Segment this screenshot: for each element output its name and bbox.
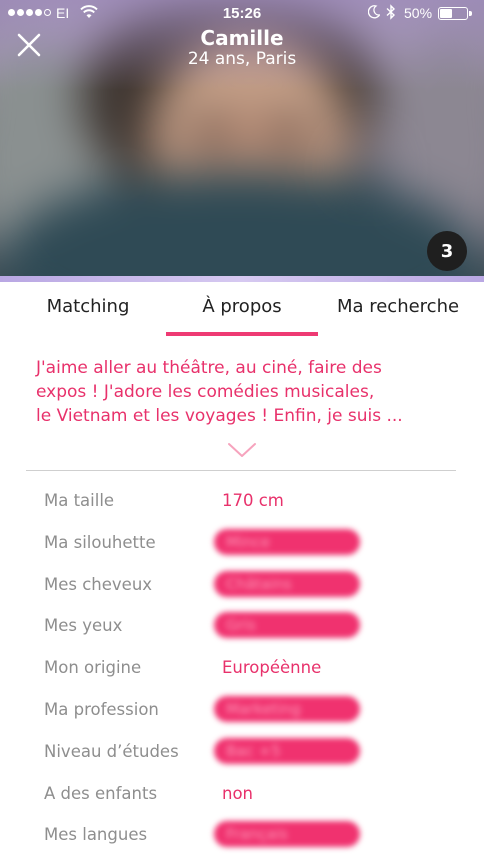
attribute-label: Mes cheveux xyxy=(44,574,153,594)
attribute-row: Ma silouhette Mince xyxy=(0,522,484,564)
battery-fill xyxy=(440,9,452,18)
blurred-value: Français xyxy=(214,821,360,848)
bio-text: J'aime aller au théâtre, au ciné, faire … xyxy=(36,356,456,428)
attribute-value: Bac +5 xyxy=(226,741,281,760)
chevron-down-icon[interactable] xyxy=(226,440,258,460)
bluetooth-icon xyxy=(386,4,396,20)
profile-tabs: Matching À propos Ma recherche xyxy=(0,282,484,340)
attribute-value: Français xyxy=(226,825,288,844)
photo-eye xyxy=(270,120,310,142)
active-tab-indicator xyxy=(166,332,318,336)
photo-eye xyxy=(190,120,230,142)
attribute-row: A des enfants non xyxy=(0,773,484,815)
attribute-label: A des enfants xyxy=(44,783,158,803)
attribute-row: Mes cheveux Châtains xyxy=(0,564,484,606)
battery-percent: 50% xyxy=(404,5,433,21)
status-bar: EI 15:26 50% xyxy=(0,0,484,28)
attribute-label: Ma silouhette xyxy=(44,532,156,552)
battery-cap xyxy=(469,11,472,16)
bio-line: expos ! J'adore les comédies musicales, xyxy=(36,382,375,402)
tab-a-propos[interactable]: À propos xyxy=(166,296,318,317)
tab-matching[interactable]: Matching xyxy=(0,296,176,317)
photo-count-badge[interactable]: 3 xyxy=(427,231,467,271)
attribute-value: Européènne xyxy=(222,658,322,678)
tab-ma-recherche[interactable]: Ma recherche xyxy=(314,296,482,317)
attribute-row: Ma profession Marketing xyxy=(0,689,484,731)
attribute-value: Gris xyxy=(226,616,256,635)
attribute-label: Mes yeux xyxy=(44,616,123,636)
blurred-value: Mince xyxy=(214,528,360,555)
attribute-label: Niveau d’études xyxy=(44,741,179,761)
attribute-row: Niveau d’études Bac +5 xyxy=(0,731,484,773)
blurred-value: Marketing xyxy=(214,695,360,722)
battery-icon xyxy=(438,7,472,20)
blurred-value: Bac +5 xyxy=(214,737,360,764)
attribute-list: Ma taille 170 cm Ma silouhette Mince Mes… xyxy=(0,480,484,856)
attribute-row: Mon origine Européènne xyxy=(0,647,484,689)
attribute-value: Châtains xyxy=(226,574,292,593)
attribute-label: Ma profession xyxy=(44,699,159,719)
attribute-value: non xyxy=(222,783,254,803)
blurred-value: Châtains xyxy=(214,570,360,597)
profile-name: Camille xyxy=(200,26,284,50)
attribute-label: Ma taille xyxy=(44,491,115,510)
moon-icon xyxy=(368,5,380,19)
section-divider xyxy=(26,470,456,471)
profile-age-city: 24 ans, Paris xyxy=(187,49,297,69)
attribute-value: Mince xyxy=(226,532,271,551)
bio-line: le Vietnam et les voyages ! Enfin, je su… xyxy=(36,406,403,426)
blurred-value: Gris xyxy=(214,612,360,639)
attribute-row: Ma taille 170 cm xyxy=(0,480,484,522)
attribute-row: Mes langues Français xyxy=(0,814,484,856)
attribute-label: Mon origine xyxy=(44,658,142,678)
attribute-value: Marketing xyxy=(226,699,301,718)
attribute-label: Mes langues xyxy=(44,825,148,845)
bio-line: J'aime aller au théâtre, au ciné, faire … xyxy=(36,358,382,378)
attribute-row: Mes yeux Gris xyxy=(0,605,484,647)
attribute-value: 170 cm xyxy=(222,491,284,510)
